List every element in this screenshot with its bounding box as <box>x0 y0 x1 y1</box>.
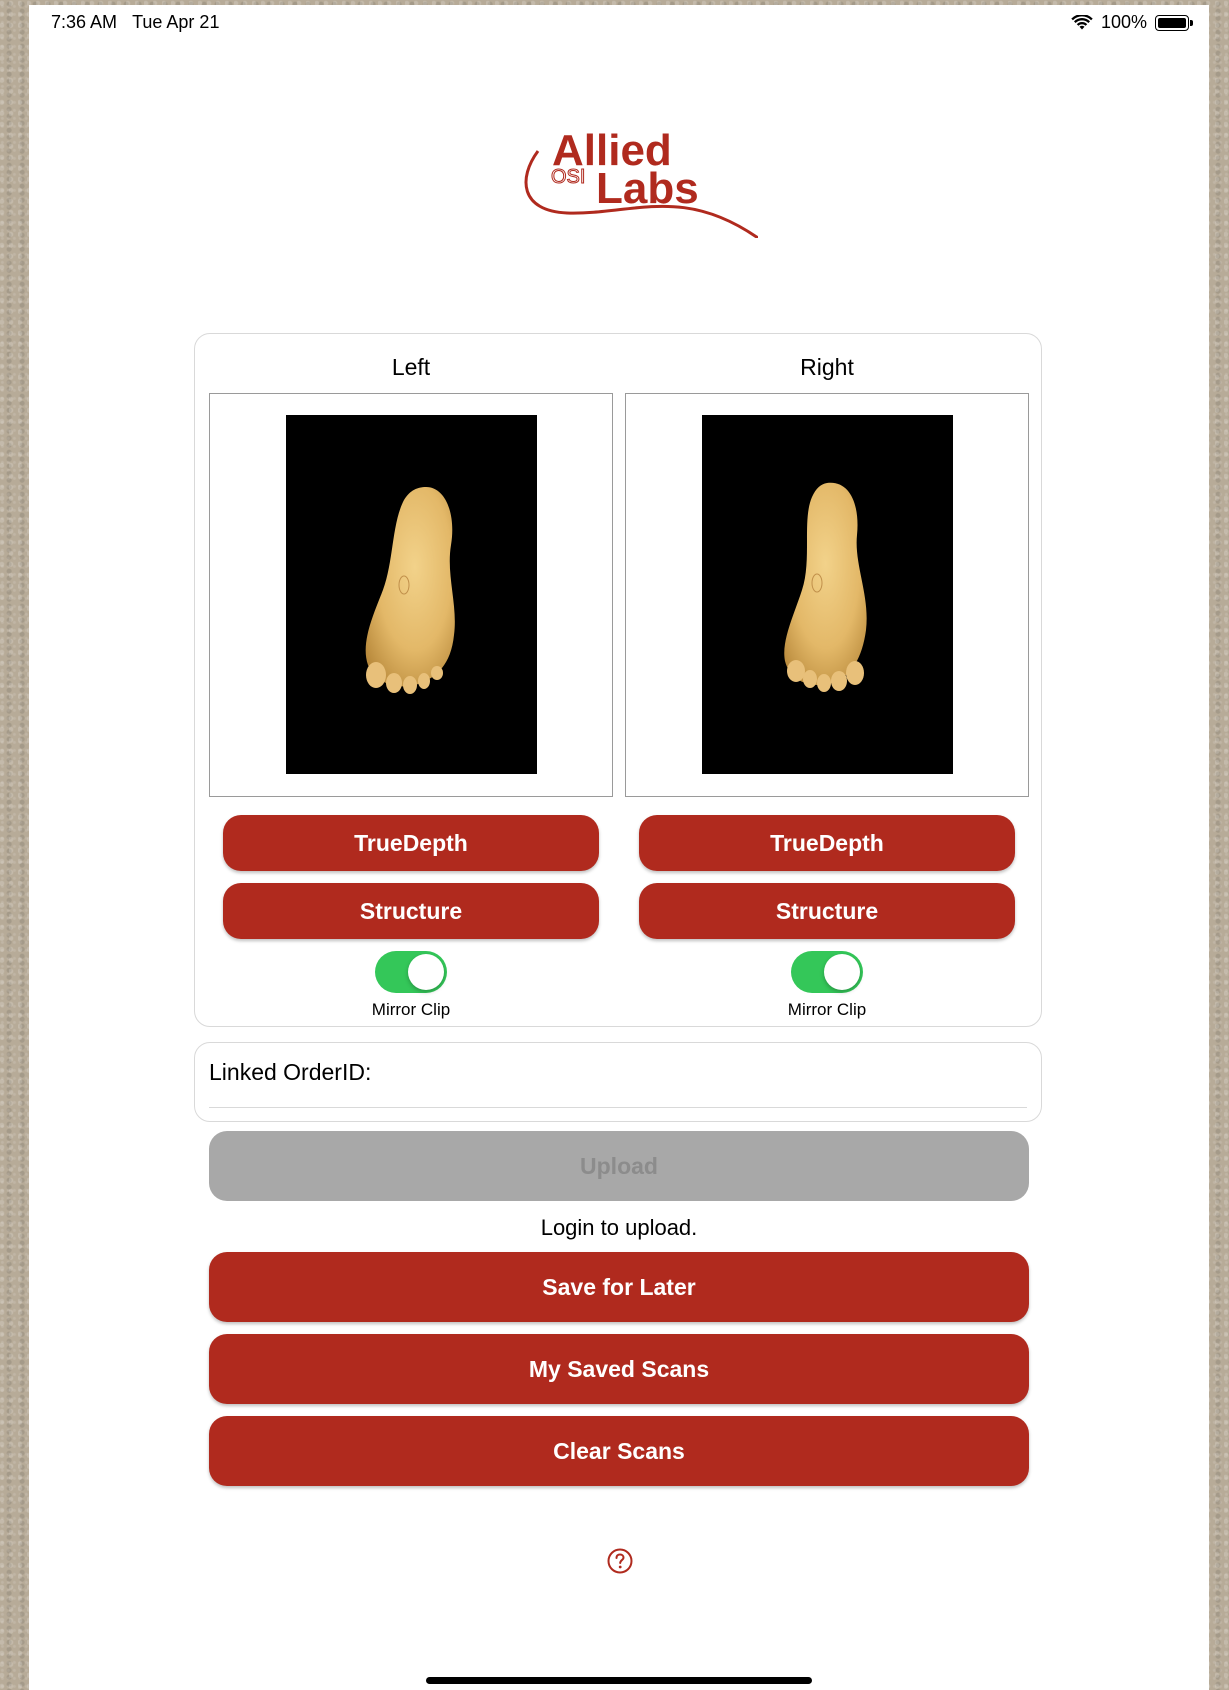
scan-card: Left TrueDepth Structure Mirror Clip Rig… <box>194 333 1042 1027</box>
left-mirror-clip-label: Mirror Clip <box>371 1000 451 1019</box>
clear-scans-button[interactable]: Clear Scans <box>209 1416 1029 1486</box>
svg-text:OSI: OSI <box>551 166 585 188</box>
status-right: 100% <box>1071 12 1193 33</box>
left-structure-button[interactable]: Structure <box>223 883 599 939</box>
home-indicator[interactable] <box>426 1677 812 1684</box>
wifi-icon <box>1071 14 1093 29</box>
battery-percent: 100% <box>1100 12 1147 32</box>
save-for-later-button[interactable]: Save for Later <box>209 1252 1029 1322</box>
question-circle-icon[interactable] <box>607 1548 633 1574</box>
allied-labs-logo: Allied Labs OSI <box>524 126 758 238</box>
foot-scan-render <box>365 487 455 694</box>
clock-date: Tue Apr 21 <box>132 12 220 32</box>
left-foot-image <box>286 415 537 774</box>
right-scan-preview[interactable] <box>625 393 1029 797</box>
right-foot-image <box>702 415 953 774</box>
status-bar: 7:36 AM Tue Apr 21 100% <box>29 5 1209 45</box>
linked-order-field[interactable]: Linked OrderID: <box>194 1042 1042 1122</box>
left-mirror-clip-toggle[interactable] <box>375 951 447 993</box>
left-scan-preview[interactable] <box>209 393 613 797</box>
clock-time: 7:36 AM <box>51 12 118 32</box>
order-input-underline <box>209 1107 1027 1108</box>
left-foot-label: Left <box>391 354 431 380</box>
upload-button[interactable]: Upload <box>209 1131 1029 1201</box>
right-mirror-clip-label: Mirror Clip <box>787 1000 867 1019</box>
my-saved-scans-button[interactable]: My Saved Scans <box>209 1334 1029 1404</box>
right-mirror-clip-toggle[interactable] <box>791 951 863 993</box>
svg-text:Labs: Labs <box>596 164 699 213</box>
linked-order-label: Linked OrderID: <box>209 1059 372 1085</box>
right-foot-label: Right <box>800 354 854 380</box>
app-screen: 7:36 AM Tue Apr 21 100% Allied Labs OSI … <box>29 5 1209 1690</box>
battery-full-icon <box>1155 14 1193 31</box>
foot-scan-render <box>784 482 867 692</box>
status-time: 7:36 AM Tue Apr 21 <box>51 12 219 33</box>
left-truedepth-button[interactable]: TrueDepth <box>223 815 599 871</box>
right-truedepth-button[interactable]: TrueDepth <box>639 815 1015 871</box>
right-structure-button[interactable]: Structure <box>639 883 1015 939</box>
login-message: Login to upload. <box>540 1215 698 1240</box>
